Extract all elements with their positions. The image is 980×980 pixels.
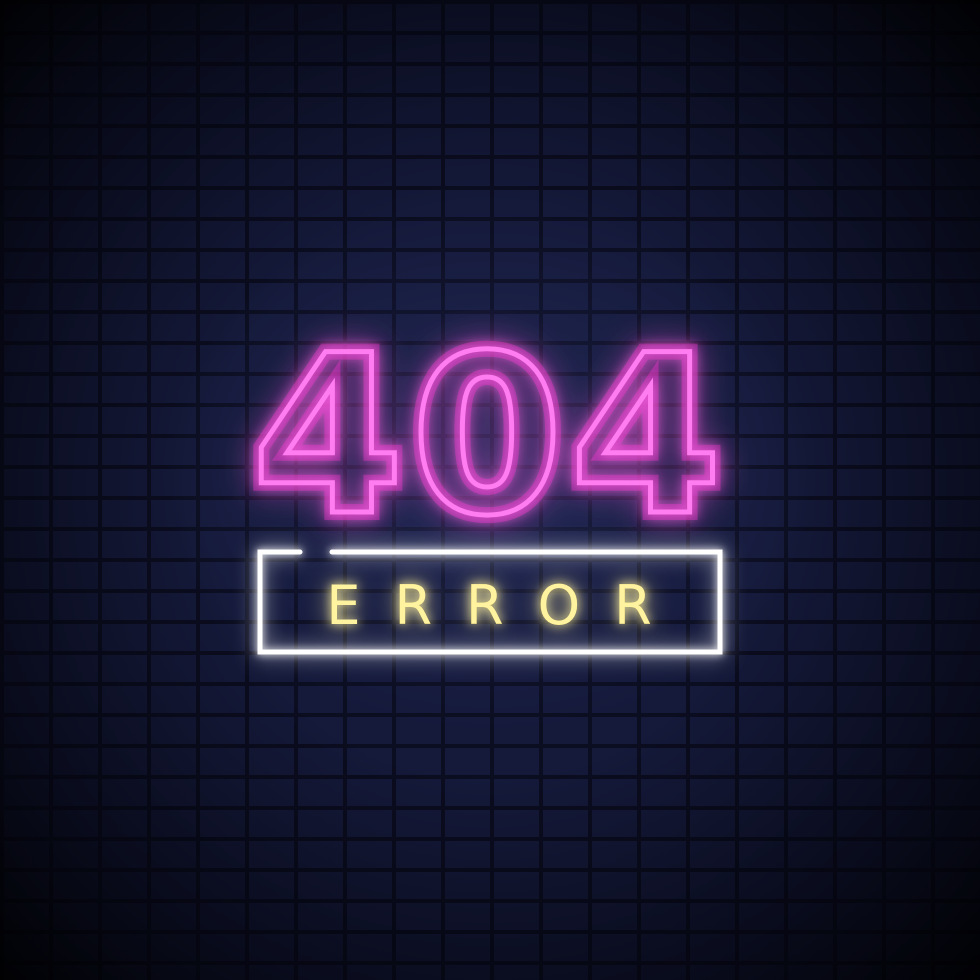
error-label-text: ERROR xyxy=(326,574,685,637)
number-404-text: 404 xyxy=(251,308,728,564)
number-404-neon: 404 404 xyxy=(243,300,730,572)
neon-sign: 404 404 ERROR ERROR xyxy=(243,300,731,655)
error-label-neon: ERROR ERROR xyxy=(326,574,685,637)
neon-sign-scene: 404 404 ERROR ERROR xyxy=(0,0,980,980)
